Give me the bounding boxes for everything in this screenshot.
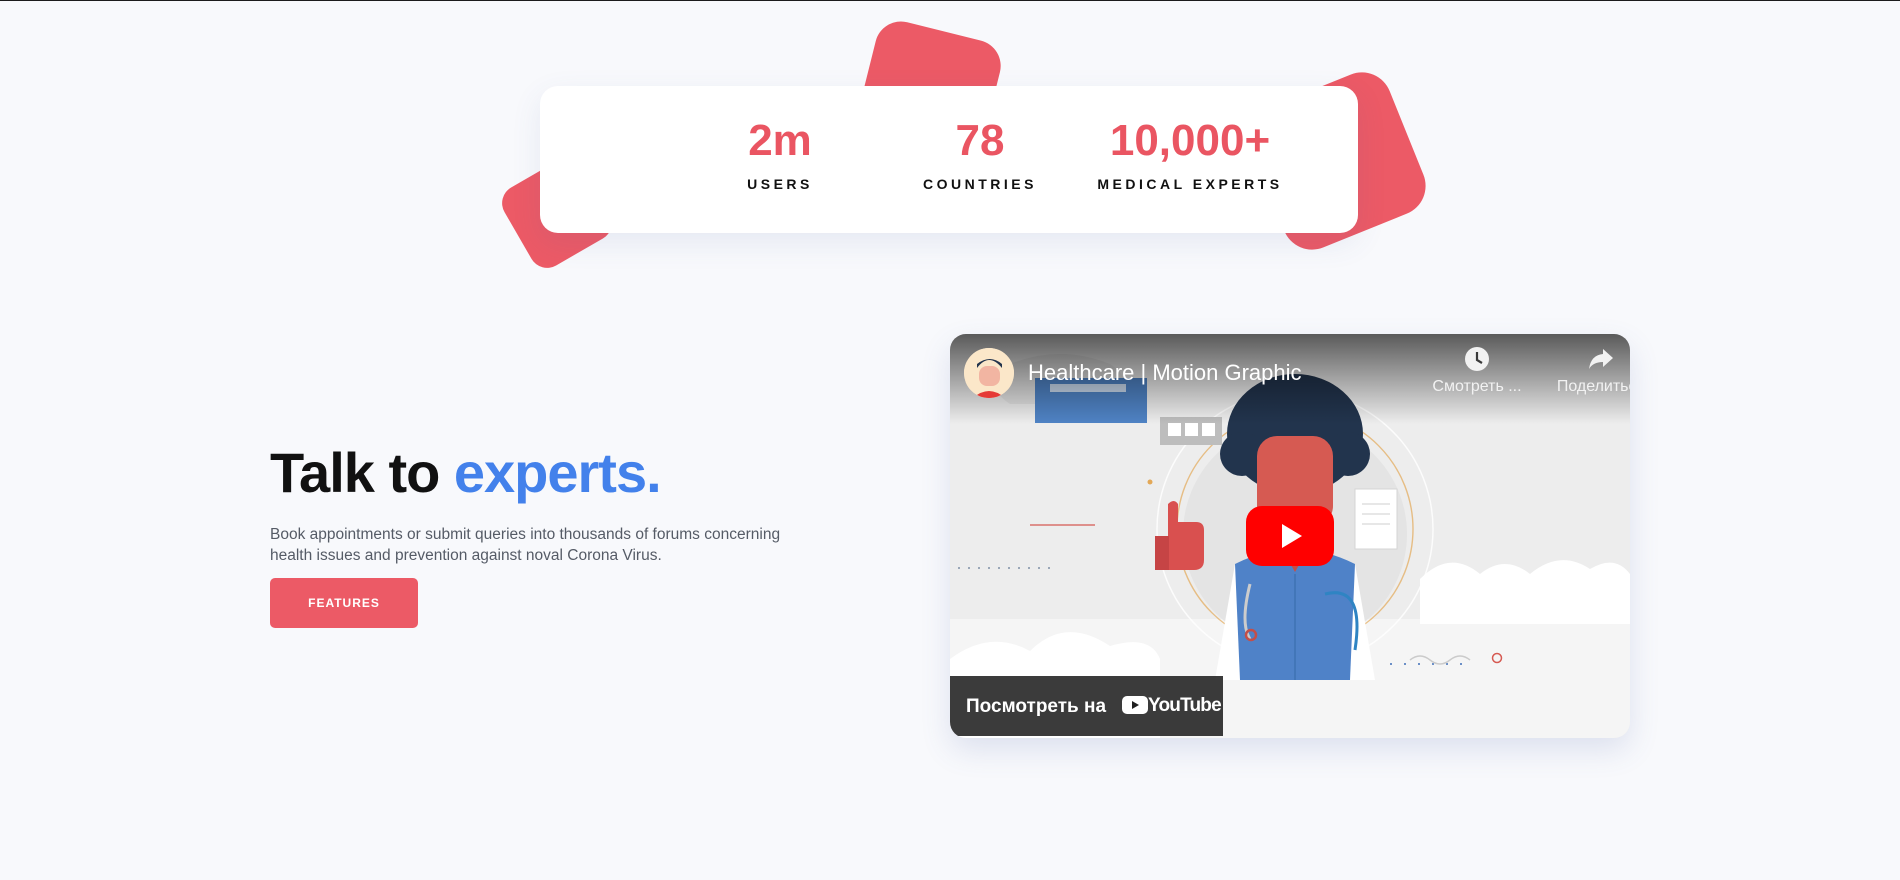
play-icon (1282, 524, 1302, 548)
stat-label: MEDICAL EXPERTS (1097, 176, 1283, 192)
stat-users: 2m USERS (670, 116, 890, 192)
play-button[interactable] (1246, 506, 1334, 566)
share-button[interactable]: Поделиться (1546, 346, 1630, 396)
stat-medical-experts: 10,000+ MEDICAL EXPERTS (1040, 116, 1340, 192)
stat-value: 2m (748, 116, 812, 165)
watch-on-label: Посмотреть на (966, 696, 1107, 717)
share-label: Поделиться (1556, 378, 1630, 395)
top-border (0, 0, 1900, 1)
heading-main-text: Talk to (270, 441, 440, 504)
share-arrow-icon (1589, 349, 1613, 369)
features-button[interactable]: FEATURES (270, 578, 418, 628)
watch-later-button[interactable]: Смотреть ... (1422, 346, 1532, 396)
clock-icon (1465, 347, 1489, 371)
heading-accent-text: experts. (453, 441, 662, 504)
stat-label: USERS (747, 176, 813, 192)
youtube-wordmark: YouTube (1148, 695, 1222, 716)
youtube-logo-icon (1122, 696, 1148, 714)
channel-avatar[interactable] (964, 348, 1014, 398)
video-title[interactable]: Healthcare | Motion Graphic (1028, 360, 1302, 386)
youtube-video-embed[interactable]: Healthcare | Motion Graphic Смотреть ...… (950, 334, 1630, 738)
stat-value: 10,000+ (1109, 116, 1271, 165)
section-heading: Talk to experts. (270, 440, 662, 505)
avatar-illustration (964, 348, 1014, 398)
stats-card: 2m USERS 78 COUNTRIES 10,000+ MEDICAL EX… (540, 86, 1358, 233)
watch-on-youtube-button[interactable]: Посмотреть на YouTube (950, 676, 1223, 736)
section-description: Book appointments or submit queries into… (270, 526, 781, 564)
watch-later-label: Смотреть ... (1432, 378, 1522, 395)
